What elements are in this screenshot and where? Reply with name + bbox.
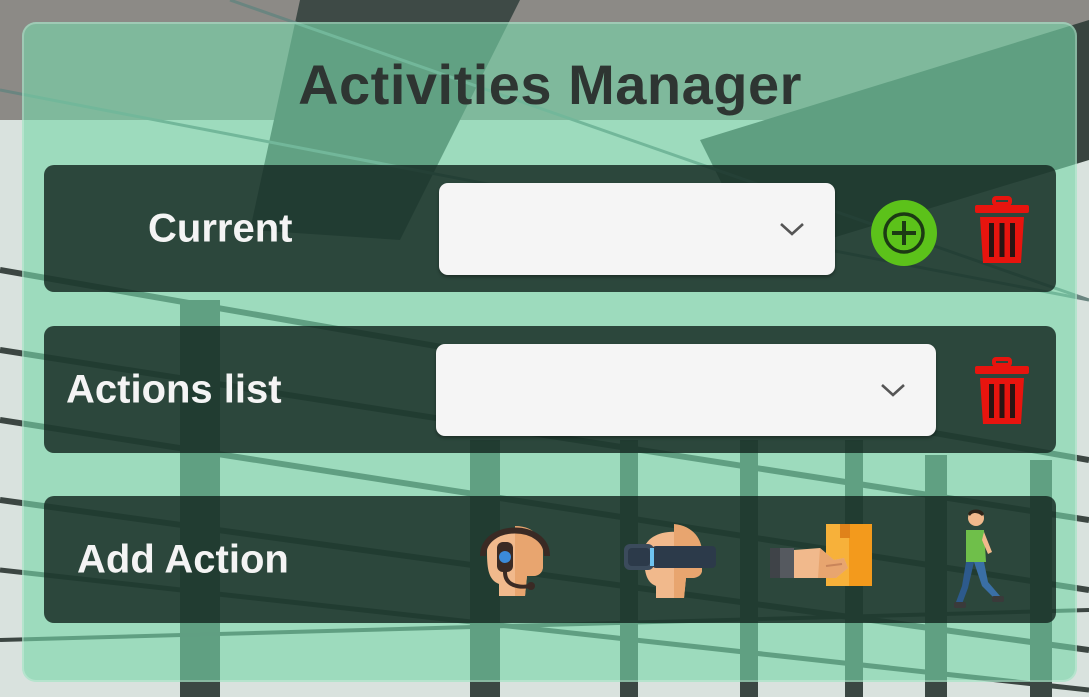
add-action-row: Add Action (44, 496, 1056, 623)
actions-list-dropdown[interactable] (436, 344, 936, 436)
walking-person-icon[interactable] (952, 508, 1004, 612)
actions-list-label: Actions list (66, 367, 282, 411)
vr-headset-icon[interactable] (622, 512, 718, 608)
trash-icon[interactable] (972, 195, 1032, 267)
add-action-label: Add Action (77, 537, 289, 581)
actions-list-row: Actions list (44, 326, 1056, 453)
chevron-down-icon (780, 223, 804, 236)
trash-icon[interactable] (972, 356, 1032, 428)
hand-box-delivery-icon[interactable] (768, 518, 878, 604)
current-dropdown[interactable] (439, 183, 835, 275)
current-label: Current (148, 206, 293, 250)
headset-operator-icon[interactable] (467, 512, 563, 608)
chevron-down-icon (881, 384, 905, 397)
current-row: Current (44, 165, 1056, 292)
plus-circle-icon[interactable] (870, 199, 938, 267)
panel-title: Activities Manager (298, 53, 802, 116)
